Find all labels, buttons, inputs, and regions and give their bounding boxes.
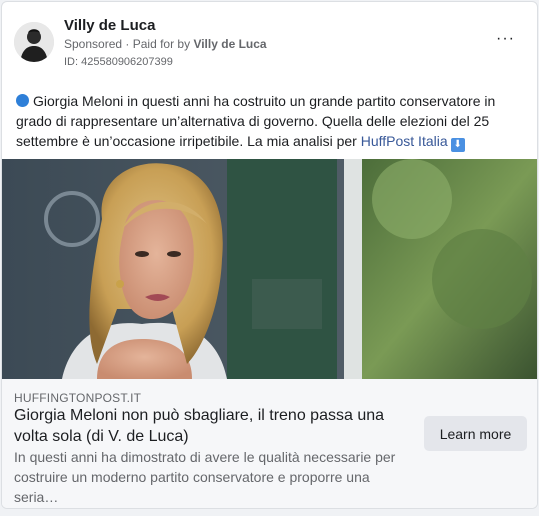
link-domain: HUFFINGTONPOST.IT — [14, 391, 142, 405]
author-name[interactable]: Villy de Luca — [64, 17, 155, 34]
sponsored-line: Sponsored · Paid for by Villy de Luca — [64, 37, 267, 51]
link-preview[interactable]: HUFFINGTONPOST.IT Giorgia Meloni non può… — [2, 379, 537, 508]
link-description: In questi anni ha dimostrato di avere le… — [14, 449, 396, 505]
down-arrow-icon: ⬇ — [450, 138, 465, 152]
author-avatar[interactable] — [14, 22, 54, 62]
sponsored-label: Sponsored — [64, 37, 123, 51]
link-headline[interactable]: Giorgia Meloni non può sbagliare, il tre… — [14, 405, 414, 447]
blue-circle-icon — [16, 94, 29, 107]
paid-for-name[interactable]: Villy de Luca — [193, 37, 266, 51]
paid-for-prefix: · Paid for by — [125, 37, 191, 51]
more-options-icon[interactable]: ··· — [496, 30, 515, 48]
ad-id: ID: 425580906207399 — [64, 56, 173, 68]
learn-more-button[interactable]: Learn more — [424, 416, 527, 451]
ad-card: Villy de Luca Sponsored · Paid for by Vi… — [1, 1, 538, 509]
huffpost-link[interactable]: HuffPost Italia — [361, 133, 448, 149]
post-text: Giorgia Meloni in questi anni ha costrui… — [16, 91, 526, 152]
post-image[interactable] — [2, 159, 537, 379]
